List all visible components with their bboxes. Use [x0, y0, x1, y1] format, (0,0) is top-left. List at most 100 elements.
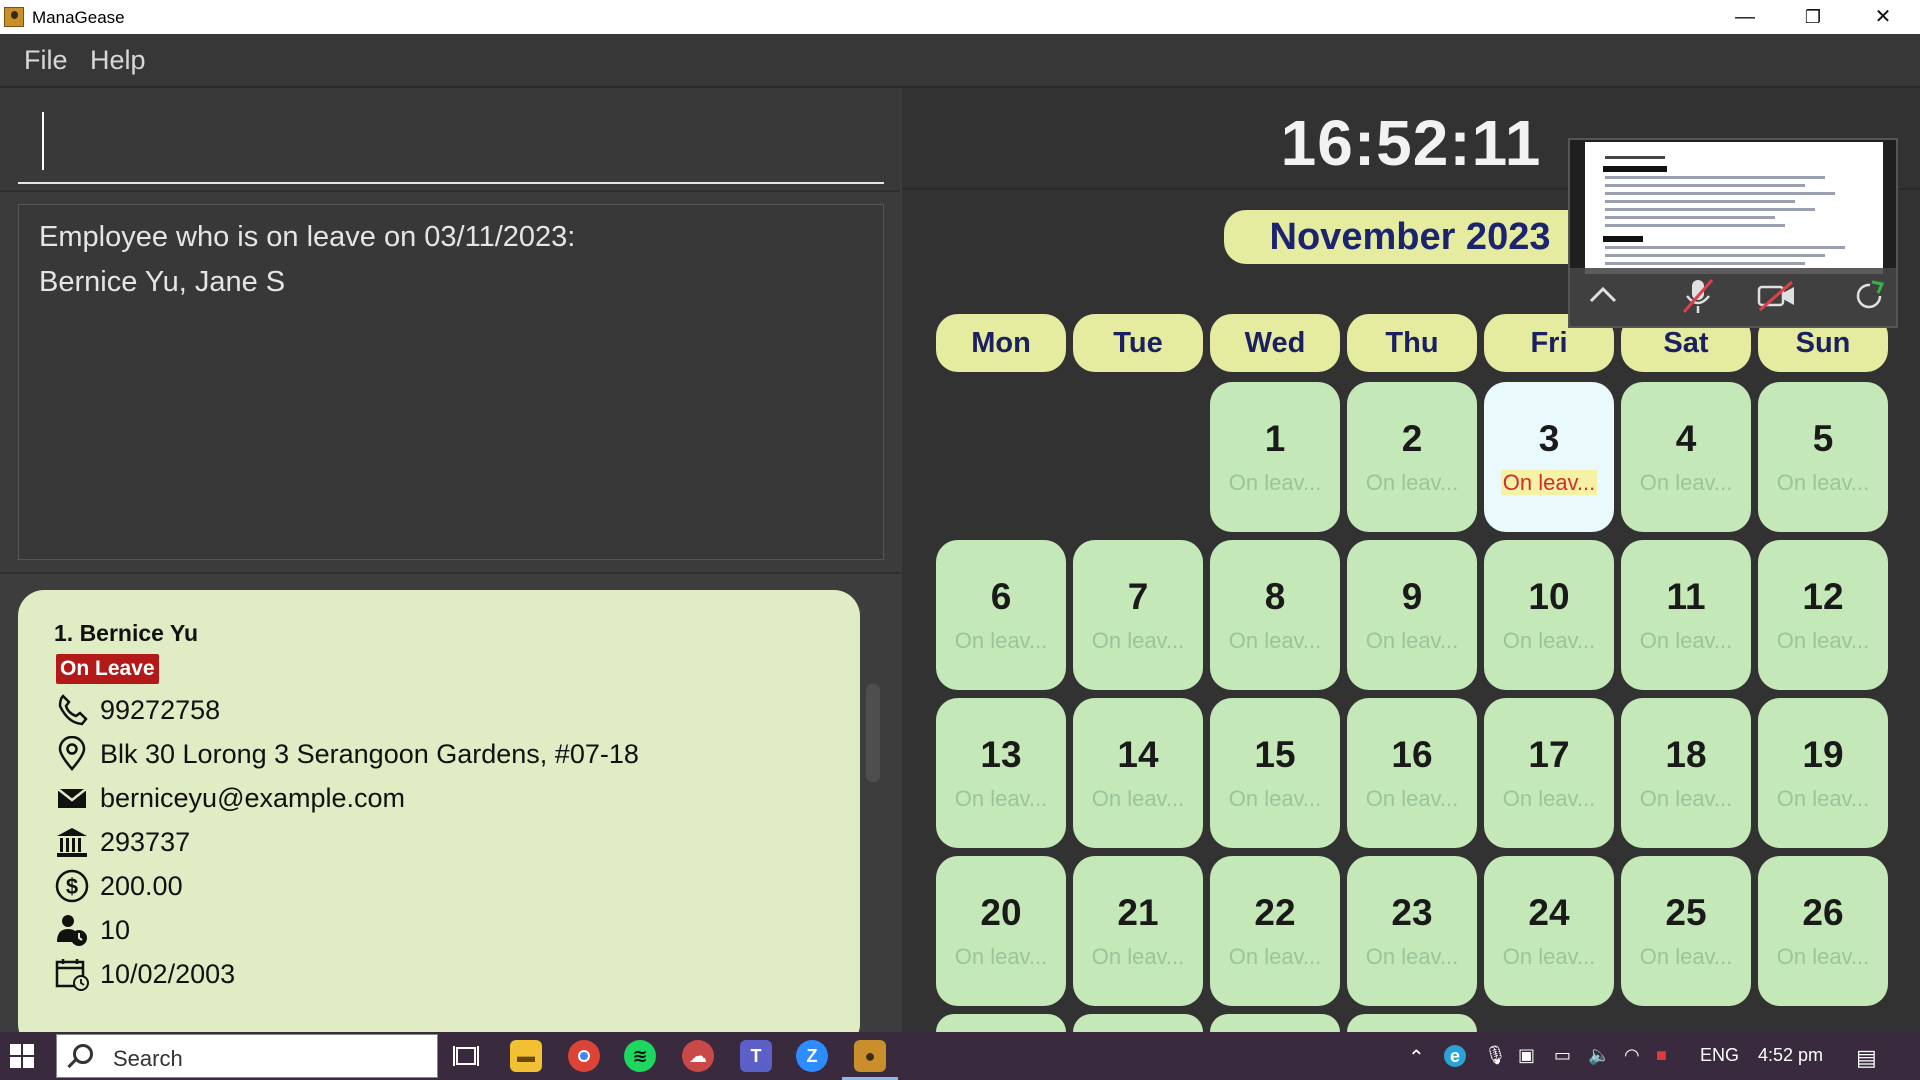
leave-summary: On leav... [1758, 470, 1888, 496]
calendar-day-3[interactable]: 3 On leav... [1484, 382, 1614, 532]
day-number: 6 [990, 576, 1012, 617]
calendar-day-18[interactable]: 18 On leav... [1621, 698, 1751, 848]
file-explorer-icon[interactable]: ▬ [510, 1040, 542, 1072]
notification-icon[interactable]: ▤ [1856, 1045, 1877, 1071]
chevron-up-icon[interactable] [1588, 284, 1618, 304]
windows-start-icon[interactable] [10, 1044, 34, 1068]
calendar-day-1[interactable]: 1 On leav... [1210, 382, 1340, 532]
calendar-day-16[interactable]: 16 On leav... [1347, 698, 1477, 848]
calendar-day-5[interactable]: 5 On leav... [1758, 382, 1888, 532]
leave-summary: On leav... [1621, 944, 1751, 970]
command-box[interactable] [0, 88, 900, 192]
leave-summary: On leav... [1484, 786, 1614, 812]
menu-file[interactable]: File [24, 45, 68, 76]
employee-name: 1. Bernice Yu [54, 620, 199, 646]
weekday-mon: Mon [936, 314, 1066, 372]
calendar-day-19[interactable]: 19 On leav... [1758, 698, 1888, 848]
calendar-day-17[interactable]: 17 On leav... [1484, 698, 1614, 848]
zoom-controls [1570, 268, 1896, 326]
tray-security-icon[interactable]: ■ [1656, 1045, 1667, 1066]
day-number: 15 [1254, 734, 1296, 775]
day-number: 7 [1127, 576, 1149, 617]
bank-icon [57, 828, 87, 857]
list-scrollbar[interactable] [866, 684, 880, 782]
calendar-day-2[interactable]: 2 On leav... [1347, 382, 1477, 532]
chrome-icon[interactable] [568, 1040, 600, 1072]
calendar-day-partial[interactable] [936, 1014, 1066, 1032]
calendar-day-15[interactable]: 15 On leav... [1210, 698, 1340, 848]
employee-card[interactable]: 1. Bernice Yu On Leave 99272758 Blk 30 L… [18, 590, 860, 1050]
leave-summary: On leav... [936, 786, 1066, 812]
zoom-icon[interactable]: Z [796, 1040, 828, 1072]
leave-summary: On leav... [1073, 944, 1203, 970]
leave-summary-text: On leav... [954, 944, 1048, 969]
video-off-icon[interactable] [1756, 280, 1798, 312]
teams-icon[interactable]: T [740, 1040, 772, 1072]
weekday-thu: Thu [1347, 314, 1477, 372]
calendar-day-13[interactable]: 13 On leav... [936, 698, 1066, 848]
leave-summary-text: On leav... [1639, 628, 1733, 653]
tray-chevron-up-icon[interactable]: ⌃ [1408, 1045, 1425, 1070]
minimize-button[interactable]: — [1710, 0, 1780, 34]
calendar-day-partial[interactable] [1073, 1014, 1203, 1032]
leave-summary: On leav... [1210, 944, 1340, 970]
app-icon-cloud[interactable]: ☁ [682, 1040, 714, 1072]
zoom-share-preview[interactable] [1568, 138, 1898, 328]
weekday-wed: Wed [1210, 314, 1340, 372]
text-caret [42, 112, 44, 170]
calendar-day-10[interactable]: 10 On leav... [1484, 540, 1614, 690]
managease-taskbar-icon[interactable]: ● [854, 1040, 886, 1072]
calendar-day-21[interactable]: 21 On leav... [1073, 856, 1203, 1006]
day-number: 2 [1401, 418, 1423, 459]
leave-summary-text: On leav... [1776, 628, 1870, 653]
calendar-day-9[interactable]: 9 On leav... [1347, 540, 1477, 690]
day-number: 24 [1528, 892, 1570, 933]
tray-edge-icon[interactable]: e [1444, 1045, 1466, 1067]
day-number: 10 [1528, 576, 1570, 617]
tray-display-icon[interactable]: ▣ [1518, 1045, 1535, 1066]
calendar-day-25[interactable]: 25 On leav... [1621, 856, 1751, 1006]
close-button[interactable]: ✕ [1848, 0, 1918, 34]
email-icon [57, 788, 87, 808]
calendar-day-11[interactable]: 11 On leav... [1621, 540, 1751, 690]
calendar-day-6[interactable]: 6 On leav... [936, 540, 1066, 690]
volume-icon[interactable]: 🔈 [1588, 1045, 1610, 1066]
task-view-icon[interactable] [452, 1042, 482, 1070]
taskbar-search[interactable]: Search [56, 1034, 438, 1078]
tray-mic-icon[interactable]: 🎙 [1484, 1045, 1507, 1066]
calendar-day-4[interactable]: 4 On leav... [1621, 382, 1751, 532]
wifi-icon[interactable]: ◠ [1624, 1045, 1640, 1066]
calendar-day-24[interactable]: 24 On leav... [1484, 856, 1614, 1006]
address-value: Blk 30 Lorong 3 Serangoon Gardens, #07-1… [100, 739, 639, 769]
calendar-day-20[interactable]: 20 On leav... [936, 856, 1066, 1006]
calendar-day-22[interactable]: 22 On leav... [1210, 856, 1340, 1006]
language-indicator[interactable]: ENG [1700, 1045, 1739, 1066]
result-line-1: Employee who is on leave on 03/11/2023: [39, 221, 576, 253]
leave-summary: On leav... [1210, 786, 1340, 812]
mic-off-icon[interactable] [1680, 276, 1716, 316]
spotify-icon[interactable]: ≋ [624, 1040, 656, 1072]
leave-summary: On leav... [1484, 470, 1614, 496]
menu-help[interactable]: Help [90, 45, 146, 76]
calendar-day-8[interactable]: 8 On leav... [1210, 540, 1340, 690]
restore-button[interactable]: ❐ [1778, 0, 1848, 34]
calendar-day-23[interactable]: 23 On leav... [1347, 856, 1477, 1006]
calendar-day-partial[interactable] [1210, 1014, 1340, 1032]
calendar-day-12[interactable]: 12 On leav... [1758, 540, 1888, 690]
leave-summary: On leav... [936, 628, 1066, 654]
leave-summary: On leav... [936, 944, 1066, 970]
leave-summary: On leav... [1621, 786, 1751, 812]
leave-summary-text: On leav... [1091, 628, 1185, 653]
bank-value: 293737 [100, 827, 191, 857]
calendar-day-26[interactable]: 26 On leav... [1758, 856, 1888, 1006]
taskbar-clock[interactable]: 4:52 pm [1758, 1045, 1823, 1066]
share-icon[interactable] [1854, 280, 1886, 312]
leave-summary: On leav... [1484, 628, 1614, 654]
calendar-day-7[interactable]: 7 On leav... [1073, 540, 1203, 690]
leave-summary: On leav... [1484, 944, 1614, 970]
calendar-day-partial[interactable] [1347, 1014, 1477, 1032]
user-clock-icon [57, 915, 87, 946]
title-bar: ManaGease — ❐ ✕ [0, 0, 1920, 34]
calendar-day-14[interactable]: 14 On leav... [1073, 698, 1203, 848]
battery-icon[interactable]: ▭ [1554, 1045, 1571, 1066]
